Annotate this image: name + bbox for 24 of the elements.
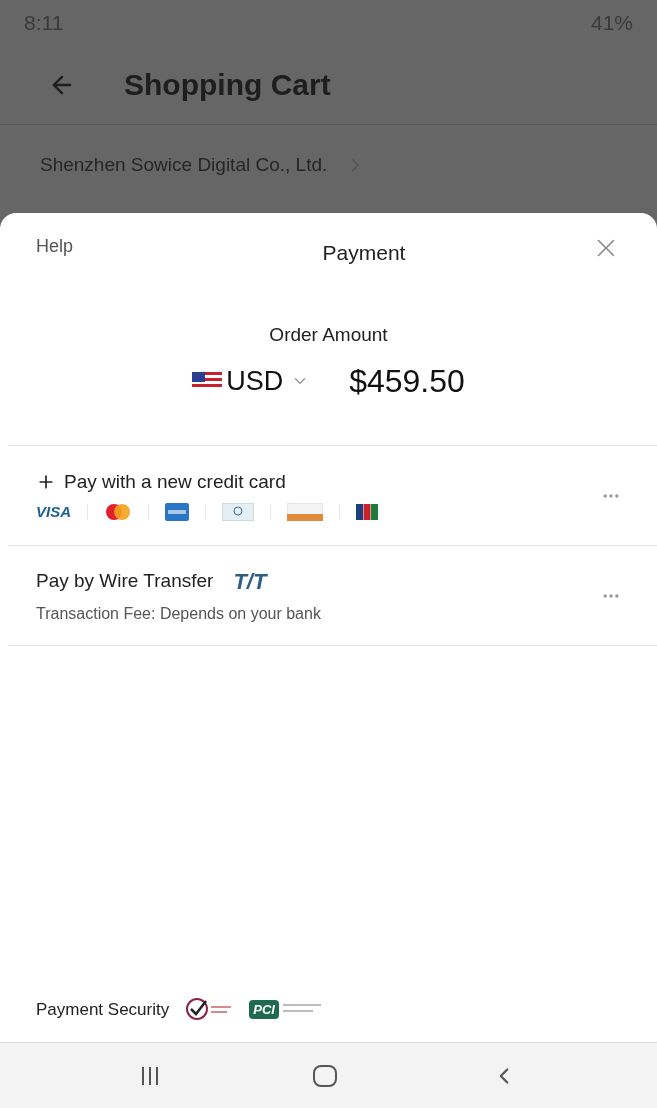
check-badge-icon: [185, 997, 234, 1022]
method-note: Transaction Fee: Depends on your bank: [36, 604, 321, 624]
payment-method-row[interactable]: Pay with a new credit card VISA: [8, 446, 657, 546]
home-icon[interactable]: [311, 1063, 338, 1088]
pci-badge: PCI: [249, 999, 279, 1019]
mastercard-icon: [104, 502, 132, 521]
card-icon: [165, 502, 189, 521]
method-title: Pay with a new credit card: [64, 470, 286, 494]
card-icon: [356, 503, 378, 520]
recent-apps-icon[interactable]: [140, 1065, 159, 1086]
card-icon: [287, 502, 323, 521]
wire-transfer-label: T/T: [233, 568, 267, 596]
flag-icon: [192, 372, 223, 390]
order-amount: $459.50: [349, 362, 465, 401]
sheet-title: Payment: [322, 240, 406, 266]
payment-security-label: Payment Security: [36, 998, 170, 1021]
card-icon: [222, 502, 254, 521]
method-title: Pay by Wire Transfer: [36, 569, 214, 594]
payment-method-row[interactable]: Pay by Wire Transfer T/T Transaction Fee: Depends on your bank: [8, 546, 657, 646]
order-amount-label: Order Amount: [269, 322, 388, 347]
currency-select[interactable]: USD: [226, 360, 310, 402]
help-link[interactable]: Help: [36, 233, 74, 260]
card-brand-text: VISA: [36, 501, 71, 522]
page-title: Shopping Cart: [124, 67, 331, 103]
